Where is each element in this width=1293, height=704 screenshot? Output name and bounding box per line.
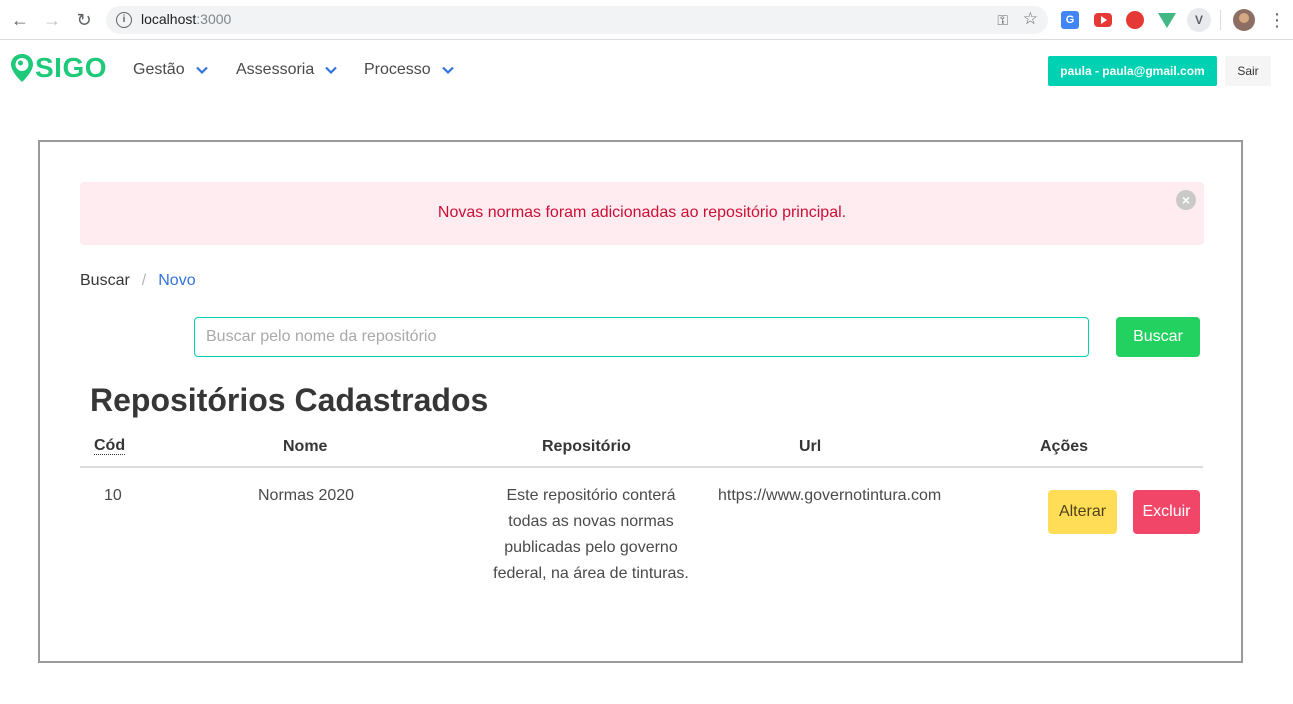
- profile-avatar[interactable]: [1233, 9, 1255, 31]
- chevron-down-icon: [441, 66, 454, 75]
- user-button[interactable]: paula - paula@gmail.com: [1048, 56, 1217, 86]
- breadcrumb-separator: /: [141, 272, 147, 289]
- reload-icon[interactable]: ↻: [72, 8, 96, 32]
- menu-processo[interactable]: Processo: [364, 61, 455, 79]
- chevron-down-icon: [325, 66, 338, 75]
- bookmark-star-icon[interactable]: ☆: [1023, 9, 1038, 29]
- logout-button[interactable]: Sair: [1225, 56, 1271, 86]
- forward-arrow-icon[interactable]: →: [40, 8, 64, 32]
- table-row: 10 Normas 2020 Este repositório conterá …: [80, 468, 1203, 618]
- sigo-logo[interactable]: SIGO: [10, 52, 107, 84]
- menu-gestao-label: Gestão: [133, 61, 185, 78]
- breadcrumb-buscar[interactable]: Buscar: [80, 272, 130, 290]
- cell-cod: 10: [104, 487, 122, 504]
- translate-extension-icon[interactable]: G: [1061, 11, 1079, 29]
- info-icon[interactable]: i: [116, 12, 132, 28]
- map-pin-icon: [11, 54, 33, 82]
- cell-repositorio: Este repositório conterá todas as novas …: [493, 487, 689, 582]
- app-navbar: SIGO Gestão Assessoria Processo paula - …: [0, 41, 1293, 101]
- logo-text: SIGO: [35, 52, 108, 83]
- notification-banner: Novas normas foram adicionadas ao reposi…: [80, 182, 1204, 245]
- address-bar[interactable]: i localhost:3000 ⚿ ☆: [106, 6, 1048, 34]
- key-icon[interactable]: ⚿: [997, 12, 1008, 29]
- toolbar-divider: [1220, 10, 1221, 30]
- cell-nome: Normas 2020: [258, 487, 355, 504]
- header-nome: Nome: [283, 438, 328, 455]
- delete-button[interactable]: Excluir: [1133, 490, 1200, 534]
- notification-message: Novas normas foram adicionadas ao reposi…: [437, 204, 847, 221]
- address-url[interactable]: localhost:3000: [141, 11, 231, 27]
- breadcrumb: Buscar / Novo: [80, 272, 196, 290]
- vue-devtools-icon[interactable]: [1158, 13, 1176, 28]
- back-arrow-icon[interactable]: ←: [8, 8, 32, 32]
- main-container: Novas normas foram adicionadas ao reposi…: [38, 140, 1243, 663]
- breadcrumb-novo[interactable]: Novo: [158, 272, 195, 290]
- search-input[interactable]: [194, 317, 1089, 357]
- edit-button[interactable]: Alterar: [1048, 490, 1117, 534]
- menu-processo-label: Processo: [364, 61, 431, 78]
- close-icon[interactable]: ×: [1176, 190, 1196, 210]
- header-repositorio: Repositório: [542, 438, 631, 455]
- url-host: localhost: [141, 11, 197, 27]
- menu-assessoria[interactable]: Assessoria: [236, 61, 338, 79]
- table-header: Cód Nome Repositório Url Ações: [80, 432, 1203, 468]
- youtube-extension-icon[interactable]: [1094, 13, 1112, 27]
- more-menu-icon[interactable]: ⋮: [1268, 8, 1286, 32]
- url-port: :3000: [196, 11, 232, 27]
- chevron-down-icon: [195, 66, 208, 75]
- menu-assessoria-label: Assessoria: [236, 61, 315, 78]
- header-url: Url: [799, 438, 822, 455]
- repositories-table: Cód Nome Repositório Url Ações 10 Normas…: [80, 432, 1203, 618]
- search-button[interactable]: Buscar: [1116, 317, 1200, 357]
- header-cod: Cód: [94, 437, 126, 455]
- v-extension-icon[interactable]: V: [1187, 8, 1211, 32]
- header-acoes: Ações: [1040, 438, 1089, 455]
- cell-url: https://www.governotintura.com: [718, 487, 942, 504]
- browser-toolbar: ← → ↻ i localhost:3000 ⚿ ☆ G V ⋮: [0, 0, 1293, 40]
- page-title: Repositórios Cadastrados: [90, 382, 489, 418]
- menu-gestao[interactable]: Gestão: [133, 61, 209, 79]
- red-extension-icon[interactable]: [1126, 11, 1144, 29]
